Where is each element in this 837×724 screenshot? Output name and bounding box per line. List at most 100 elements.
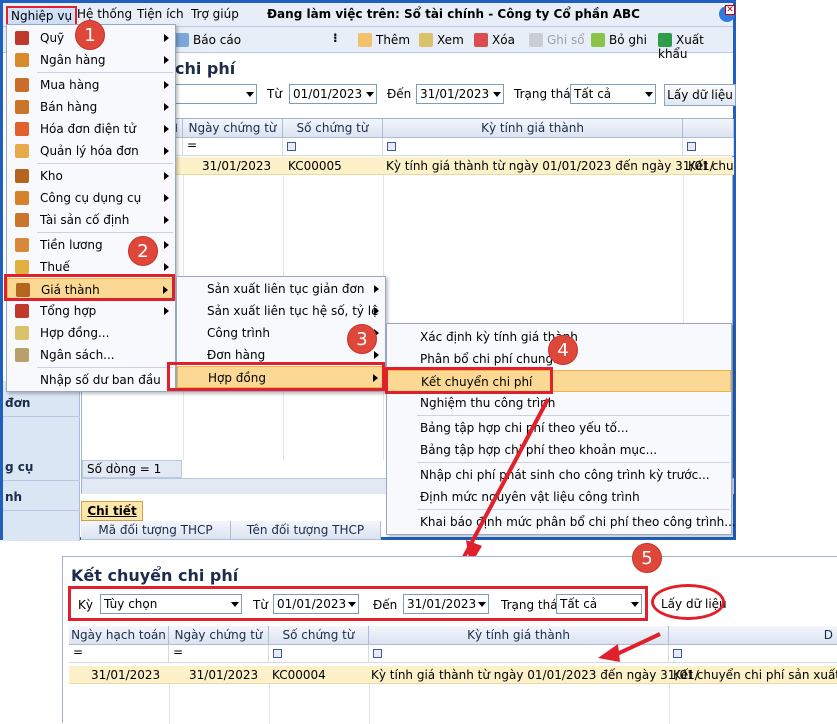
menu-item-label: Bảng tập hợp chi phí theo khoản mục... — [420, 443, 658, 457]
menu-tro-giup[interactable]: Trợ giúp — [191, 7, 239, 21]
warehouse-icon — [15, 169, 29, 183]
post-button[interactable]: Ghi sổ — [529, 33, 585, 47]
menu-item-label: Định mức nguyên vật liệu công trình — [420, 490, 640, 504]
menu-item-nghiem-thu[interactable]: Nghiệm thu công trình — [387, 392, 731, 414]
grid-line — [669, 684, 670, 724]
col-header-cost-object-name[interactable]: Tên đối tượng THCP — [231, 521, 381, 540]
menu-item-label: Bán hàng — [40, 100, 98, 114]
menu-item-ban-hang[interactable]: Bán hàng — [7, 96, 175, 118]
fetch-data-button[interactable]: Lấy dữ liệu — [664, 84, 736, 106]
menu-nghiep-vu-dropdown: Quỹ Ngân hàng Mua hàng Bán hàng Hóa đơn … — [6, 24, 176, 392]
col-header-doc-no[interactable]: Số chứng từ — [269, 626, 369, 645]
summary-icon — [15, 304, 29, 318]
to-date-input[interactable]: 31/01/2023 — [416, 84, 504, 104]
submenu-arrow-icon — [164, 307, 169, 315]
menu-tien-ich[interactable]: Tiện ích — [137, 7, 184, 21]
filter-icon — [287, 142, 296, 151]
menu-item-ngan-hang[interactable]: Ngân hàng — [7, 49, 175, 71]
table-row[interactable]: 31/01/2023 31/01/2023 KC00004 Kỳ tính gi… — [69, 666, 837, 684]
left-nav-item[interactable]: nh — [3, 483, 80, 511]
invoice-icon — [15, 144, 29, 158]
menu-item-label: Sản xuất liên tục giản đơn — [207, 282, 365, 296]
menu-item-bang-tap-hop-khoan-muc[interactable]: Bảng tập hợp chi phí theo khoản mục... — [387, 439, 731, 461]
close-icon[interactable]: ✕ — [725, 5, 735, 15]
grid-line — [269, 684, 270, 724]
from-date-input[interactable]: 01/01/2023 — [289, 84, 377, 104]
budget-icon — [15, 348, 29, 362]
menu-item-cong-cu-dung-cu[interactable]: Công cụ dụng cụ — [7, 187, 175, 209]
left-nav-panel: đơn g cụ nh — [3, 381, 80, 541]
menu-nghiep-vu[interactable]: Nghiệp vụ — [6, 6, 78, 26]
filter-eq[interactable]: = — [183, 138, 283, 156]
submenu-arrow-icon — [164, 263, 169, 271]
cell-period: Kỳ tính giá thành từ ngày 01/01/2023 đến… — [371, 668, 699, 682]
col-header-doc-date[interactable]: Ngày chứng từ — [169, 626, 269, 645]
add-label: Thêm — [376, 33, 411, 47]
excel-icon — [658, 33, 672, 47]
unpost-button[interactable]: Bỏ ghi — [591, 33, 647, 47]
menu-item-label: Công cụ dụng cụ — [40, 191, 142, 205]
view-button[interactable]: Xem — [419, 33, 464, 47]
menu-item-mua-hang[interactable]: Mua hàng — [7, 74, 175, 96]
cell-desc: Kết chuyển chi phí sản xuất kỳ — [673, 668, 837, 682]
menu-item-nhap-so-du[interactable]: Nhập số dư ban đầu — [7, 369, 175, 391]
menu-separator — [37, 163, 173, 164]
menu-item-kho[interactable]: Kho — [7, 165, 175, 187]
menu-item-dinh-muc-nvl[interactable]: Định mức nguyên vật liệu công trình — [387, 486, 731, 508]
chevron-down-icon — [645, 92, 653, 97]
submenu-arrow-icon — [164, 194, 169, 202]
menu-item-sx-he-so[interactable]: Sản xuất liên tục hệ số, tỷ lệ — [177, 300, 385, 322]
menu-item-sx-gian-don[interactable]: Sản xuất liên tục giản đơn — [177, 278, 385, 300]
submenu-arrow-icon — [374, 307, 379, 315]
highlight-box-gia-thanh — [4, 274, 175, 301]
filter-eq[interactable]: = — [69, 645, 169, 663]
menu-item-label: Hợp đồng... — [40, 326, 110, 340]
unpost-label: Bỏ ghi — [609, 33, 647, 47]
submenu-arrow-icon — [374, 285, 379, 293]
cell-doc-no: KC00004 — [272, 668, 326, 682]
col-header-doc-no[interactable]: Số chứng từ — [283, 119, 383, 138]
menu-item-label: Khai báo định mức phân bổ chi phí theo c… — [420, 515, 736, 529]
filter-icon — [373, 649, 382, 658]
left-nav-item[interactable]: đơn — [3, 389, 80, 417]
filter-cell[interactable] — [283, 138, 383, 156]
report-button[interactable]: Báo cáo — [175, 33, 241, 47]
filter-cell[interactable] — [669, 645, 837, 663]
filter-cell[interactable] — [683, 138, 734, 156]
menu-item-hoa-don-dien-tu[interactable]: Hóa đơn điện tử — [7, 118, 175, 140]
period-select[interactable] — [175, 84, 257, 104]
from-date-value: 01/01/2023 — [293, 87, 363, 101]
col-header-cost-object-code[interactable]: Mã đối tượng THCP — [81, 521, 231, 540]
filter-icon — [273, 649, 282, 658]
view-label: Xem — [437, 33, 464, 47]
table-row[interactable]: 31/01/2023 KC00005 Kỳ tính giá thành từ … — [82, 157, 734, 175]
filter-cell[interactable] — [269, 645, 369, 663]
export-button[interactable]: Xuất khẩu — [658, 33, 733, 61]
filter-eq[interactable]: = — [169, 645, 269, 663]
menu-item-nhap-chi-phi-ky-truoc[interactable]: Nhập chi phí phát sinh cho công trình kỳ… — [387, 464, 731, 486]
col-header-period[interactable]: Kỳ tính giá thành — [383, 119, 683, 138]
menu-he-thong[interactable]: Hệ thống — [77, 7, 132, 21]
filter-cell[interactable] — [383, 138, 683, 156]
menu-separator — [37, 367, 173, 368]
menu-item-tai-san-co-dinh[interactable]: Tài sản cố định — [7, 209, 175, 231]
step-badge-5: 5 — [632, 543, 662, 573]
status-select[interactable]: Tất cả — [570, 84, 656, 104]
menu-item-ngan-sach[interactable]: Ngân sách... — [7, 344, 175, 366]
tab-detail[interactable]: Chi tiết — [81, 501, 143, 521]
add-button[interactable]: Thêm — [358, 33, 410, 47]
menu-item-hop-dong[interactable]: Hợp đồng... — [7, 322, 175, 344]
col-header-doc-date[interactable]: Ngày chứng từ — [183, 119, 283, 138]
menu-item-label: Ngân sách... — [40, 348, 115, 362]
menu-item-khai-bao-dinh-muc[interactable]: Khai báo định mức phân bổ chi phí theo c… — [387, 511, 736, 533]
col-header-post-date[interactable]: Ngày hạch toán — [69, 626, 169, 645]
col-header-extra[interactable] — [683, 119, 734, 138]
col-header-desc[interactable]: D — [669, 626, 837, 645]
left-nav-item[interactable]: g cụ — [3, 453, 80, 481]
menu-item-quan-ly-hoa-don[interactable]: Quản lý hóa đơn — [7, 140, 175, 162]
submenu-arrow-icon — [164, 125, 169, 133]
menu-item-bang-tap-hop-yeu-to[interactable]: Bảng tập hợp chi phí theo yếu tố... — [387, 417, 731, 439]
menu-separator — [417, 415, 729, 416]
menu-item-tong-hop[interactable]: Tổng hợp — [7, 300, 175, 322]
delete-button[interactable]: Xóa — [474, 33, 515, 47]
